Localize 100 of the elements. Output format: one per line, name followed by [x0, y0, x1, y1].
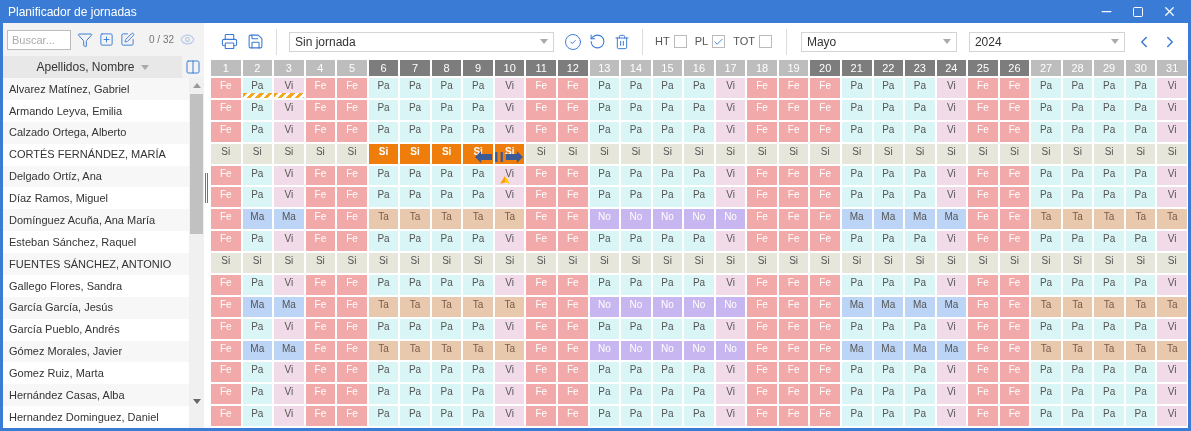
- shift-cell[interactable]: Vi: [494, 78, 525, 98]
- shift-cell[interactable]: Pa: [652, 384, 683, 405]
- shift-cell[interactable]: Vi: [1157, 187, 1187, 208]
- shift-cell[interactable]: Pa: [873, 318, 904, 339]
- shift-cell[interactable]: Pa: [368, 231, 399, 251]
- shift-cell[interactable]: Pa: [873, 165, 904, 186]
- shift-cell[interactable]: Pa: [841, 318, 872, 339]
- shift-cell[interactable]: Pa: [652, 165, 683, 186]
- shift-cell[interactable]: Ta: [400, 340, 430, 361]
- shift-cell[interactable]: Vi: [936, 187, 967, 208]
- shift-cell[interactable]: Ma: [905, 296, 935, 317]
- shift-cell[interactable]: Pa: [1094, 406, 1124, 426]
- shift-cell[interactable]: Pa: [589, 187, 620, 208]
- scrollbar-thumb[interactable]: [190, 94, 203, 234]
- employee-name[interactable]: Díaz Ramos, Miguel: [3, 187, 189, 210]
- shift-cell[interactable]: Pa: [368, 187, 399, 208]
- shift-cell[interactable]: Vi: [1157, 406, 1187, 426]
- employee-name[interactable]: Delgado Ortíz, Ana: [3, 165, 189, 188]
- shift-cell[interactable]: Si: [936, 143, 967, 164]
- employee-name[interactable]: Gomez Ruiz, Marta: [3, 362, 189, 385]
- shift-cell[interactable]: Si: [400, 253, 430, 273]
- shift-cell[interactable]: Vi: [936, 231, 967, 251]
- undo-icon[interactable]: [589, 33, 606, 50]
- shift-cell[interactable]: Pa: [1094, 274, 1124, 295]
- shift-cell[interactable]: Ta: [1031, 340, 1061, 361]
- shift-cell[interactable]: Pa: [1062, 99, 1093, 120]
- employee-name[interactable]: Hernández Casas, Alba: [3, 384, 189, 407]
- shift-cell[interactable]: Si: [558, 143, 588, 164]
- shift-cell[interactable]: Pa: [1062, 231, 1093, 251]
- employee-name[interactable]: Gallego Flores, Sandra: [3, 274, 189, 297]
- shift-cell[interactable]: Ta: [1157, 340, 1187, 361]
- shift-cell[interactable]: Vi: [494, 99, 525, 120]
- shift-cell[interactable]: Vi: [1157, 318, 1187, 339]
- shift-cell[interactable]: Pa: [463, 406, 493, 426]
- shift-cell[interactable]: Si: [242, 143, 273, 164]
- shift-cell[interactable]: Pa: [841, 165, 872, 186]
- shift-cell[interactable]: Si: [778, 143, 809, 164]
- shift-cell[interactable]: Vi: [1157, 231, 1187, 251]
- shift-cell[interactable]: Ta: [1094, 340, 1124, 361]
- shift-cell[interactable]: Pa: [905, 384, 935, 405]
- shift-cell[interactable]: Pa: [1062, 78, 1093, 98]
- shift-cell[interactable]: Ta: [1157, 296, 1187, 317]
- shift-cell[interactable]: Ta: [1031, 296, 1061, 317]
- shift-cell[interactable]: Pa: [1125, 99, 1156, 120]
- column-header[interactable]: Apellidos, Nombre: [3, 56, 182, 78]
- shift-cell[interactable]: Pa: [400, 384, 430, 405]
- shift-cell[interactable]: Pa: [1062, 187, 1093, 208]
- shift-cell[interactable]: Pa: [368, 362, 399, 383]
- shift-cell[interactable]: Pa: [1062, 121, 1093, 142]
- shift-cell[interactable]: Ma: [841, 340, 872, 361]
- shift-cell[interactable]: Pa: [400, 165, 430, 186]
- shift-cell[interactable]: Pa: [431, 318, 462, 339]
- shift-cell[interactable]: Vi: [494, 165, 525, 186]
- shift-cell[interactable]: Pa: [242, 362, 273, 383]
- shift-cell[interactable]: Vi: [274, 121, 304, 142]
- shift-cell[interactable]: Ma: [242, 209, 273, 230]
- shift-cell[interactable]: Vi: [936, 274, 967, 295]
- shift-cell[interactable]: Si: [652, 253, 683, 273]
- shift-cell[interactable]: Vi: [274, 99, 304, 120]
- shift-cell[interactable]: Pa: [589, 318, 620, 339]
- shift-cell[interactable]: Pa: [368, 406, 399, 426]
- shift-cell[interactable]: Vi: [494, 406, 525, 426]
- shift-cell[interactable]: Si: [1157, 253, 1187, 273]
- shift-cell[interactable]: Pa: [621, 231, 651, 251]
- shift-cell[interactable]: Si: [873, 143, 904, 164]
- shift-cell[interactable]: Pa: [242, 78, 273, 98]
- shift-cell[interactable]: Si: [968, 143, 998, 164]
- employee-name[interactable]: FUENTES SÁNCHEZ, ANTONIO: [3, 253, 189, 275]
- shift-cell[interactable]: Pa: [841, 231, 872, 251]
- shift-cell[interactable]: Pa: [905, 78, 935, 98]
- shift-cell[interactable]: Pa: [1062, 165, 1093, 186]
- shift-cell[interactable]: Vi: [494, 384, 525, 405]
- shift-cell[interactable]: Pa: [905, 231, 935, 251]
- add-icon[interactable]: [99, 32, 114, 47]
- shift-cell[interactable]: Pa: [368, 274, 399, 295]
- shift-cell[interactable]: Pa: [400, 187, 430, 208]
- shift-cell[interactable]: Ta: [1062, 340, 1093, 361]
- shift-cell[interactable]: Pa: [431, 187, 462, 208]
- shift-cell[interactable]: Ta: [368, 340, 399, 361]
- shift-cell[interactable]: Ma: [274, 296, 304, 317]
- print-icon[interactable]: [221, 33, 238, 50]
- shift-cell[interactable]: Pa: [1125, 187, 1156, 208]
- shift-cell[interactable]: Ma: [936, 209, 967, 230]
- shift-cell[interactable]: Pa: [1062, 406, 1093, 426]
- shift-cell[interactable]: Pa: [873, 384, 904, 405]
- shift-cell[interactable]: Si: [494, 253, 525, 273]
- shift-cell[interactable]: Pa: [841, 406, 872, 426]
- shift-cell[interactable]: Pa: [1031, 187, 1061, 208]
- shift-cell[interactable]: Si: [684, 143, 714, 164]
- shift-cell[interactable]: Ma: [242, 296, 273, 317]
- shift-cell[interactable]: Vi: [274, 165, 304, 186]
- shift-cell[interactable]: Pa: [905, 99, 935, 120]
- columns-icon[interactable]: [185, 59, 201, 75]
- shift-cell[interactable]: Ma: [274, 340, 304, 361]
- shift-cell[interactable]: Pa: [242, 187, 273, 208]
- shift-cell[interactable]: Ma: [905, 209, 935, 230]
- shift-cell[interactable]: Pa: [621, 362, 651, 383]
- shift-cell[interactable]: Pa: [589, 274, 620, 295]
- shift-cell[interactable]: Pa: [905, 406, 935, 426]
- shift-cell[interactable]: Si: [211, 143, 241, 164]
